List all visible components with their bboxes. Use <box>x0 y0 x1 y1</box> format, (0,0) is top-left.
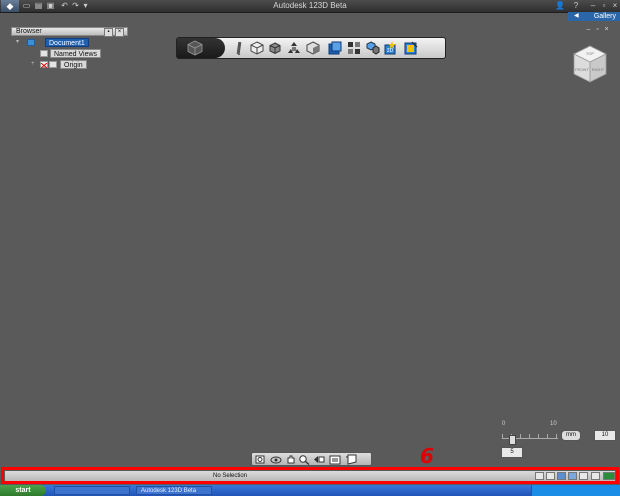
chevron-left-icon: ◀ <box>574 13 579 19</box>
doc-minimize-button[interactable]: – <box>584 26 593 34</box>
expand-icon[interactable] <box>27 50 34 57</box>
pattern-icon[interactable] <box>347 41 361 55</box>
tree-node-label: Named Views <box>50 49 102 58</box>
construct-icon[interactable] <box>306 41 320 55</box>
navigation-bar <box>251 452 372 466</box>
fit-icon[interactable] <box>255 454 267 465</box>
ruler-min-label: 0 <box>502 421 506 427</box>
tree-node-label: Origin <box>60 60 87 69</box>
pan-icon[interactable] <box>285 454 297 465</box>
browser-header: Browser ▪ × <box>11 27 128 37</box>
modify-icon[interactable] <box>328 41 342 55</box>
group-icon[interactable] <box>366 41 380 55</box>
red-highlight-box <box>1 467 619 484</box>
close-icon[interactable]: × <box>115 28 124 37</box>
sketch-icon[interactable] <box>232 41 246 55</box>
zoom-icon[interactable] <box>298 454 310 465</box>
browser-title: Browser <box>16 28 42 35</box>
look-at-icon[interactable] <box>313 454 325 465</box>
svg-text:3D: 3D <box>387 48 394 54</box>
folder-icon <box>49 61 57 68</box>
pin-icon[interactable]: ▪ <box>104 28 113 37</box>
grid-snap-widget: 0 10 mm 10 5 <box>499 421 617 459</box>
maximize-button[interactable]: ▫ <box>599 1 609 10</box>
gallery-button[interactable]: ◀ Gallery <box>568 12 620 21</box>
visual-style-icon[interactable] <box>329 454 341 465</box>
grid-size-field[interactable]: 10 <box>594 430 616 441</box>
app-menu-cube-icon <box>187 40 203 56</box>
browser-panel: Browser ▪ × ▾ Document1 Named Views + Or… <box>11 27 128 72</box>
unit-button[interactable]: mm <box>561 430 581 441</box>
window-title: Autodesk 123D Beta <box>273 1 347 10</box>
tree-node-document[interactable]: ▾ Document1 <box>11 38 128 47</box>
view-settings-icon[interactable] <box>345 454 357 465</box>
document-icon <box>27 39 35 46</box>
main-toolbar: 3D <box>176 37 446 59</box>
box-primitive-icon[interactable] <box>250 41 264 55</box>
system-tray <box>531 485 620 496</box>
snap-size-field[interactable]: 5 <box>501 447 523 458</box>
named-views-icon <box>40 50 48 57</box>
view-cube[interactable]: TOP FRONT RIGHT <box>572 44 608 84</box>
minimize-button[interactable]: – <box>588 1 598 10</box>
tree-node-named-views[interactable]: Named Views <box>11 49 128 58</box>
start-button[interactable]: start <box>0 485 46 496</box>
collapse-icon[interactable]: ▾ <box>16 39 23 46</box>
svg-text:TOP: TOP <box>586 51 594 56</box>
title-bar: ◆ ▭ ▤ ▣ ↶ ↷ ▾ Autodesk 123D Beta 👤 ? – ▫… <box>0 0 620 13</box>
help-icon[interactable]: ? <box>571 1 581 10</box>
materials-icon[interactable] <box>404 41 418 55</box>
app-menu-button[interactable] <box>177 38 225 58</box>
orbit-icon[interactable] <box>270 454 282 465</box>
svg-text:RIGHT: RIGHT <box>592 67 605 72</box>
expand-icon[interactable]: + <box>31 61 38 68</box>
tree-node-label: Document1 <box>45 38 89 47</box>
extrude-icon[interactable] <box>268 41 282 55</box>
tree-node-origin[interactable]: + Origin <box>11 60 128 69</box>
taskbar-item-123d[interactable]: Autodesk 123D Beta <box>136 486 212 495</box>
os-taskbar: start Autodesk 123D Beta <box>0 485 620 496</box>
move-icon[interactable] <box>287 41 301 55</box>
annotation-number: 6 <box>420 444 434 468</box>
snap-slider-handle[interactable] <box>509 435 516 445</box>
text-3d-icon[interactable]: 3D <box>384 41 398 55</box>
close-button[interactable]: × <box>610 1 620 10</box>
doc-restore-button[interactable]: ▫ <box>593 26 602 34</box>
svg-text:FRONT: FRONT <box>575 67 589 72</box>
taskbar-item[interactable] <box>54 486 130 495</box>
gallery-label: Gallery <box>593 13 616 20</box>
origin-icon <box>40 61 48 69</box>
doc-close-button[interactable]: × <box>602 26 611 34</box>
doc-window-controls: – ▫ × <box>584 23 614 34</box>
ruler-max-label: 10 <box>550 421 557 427</box>
sign-in-icon[interactable]: 👤 <box>555 1 565 10</box>
